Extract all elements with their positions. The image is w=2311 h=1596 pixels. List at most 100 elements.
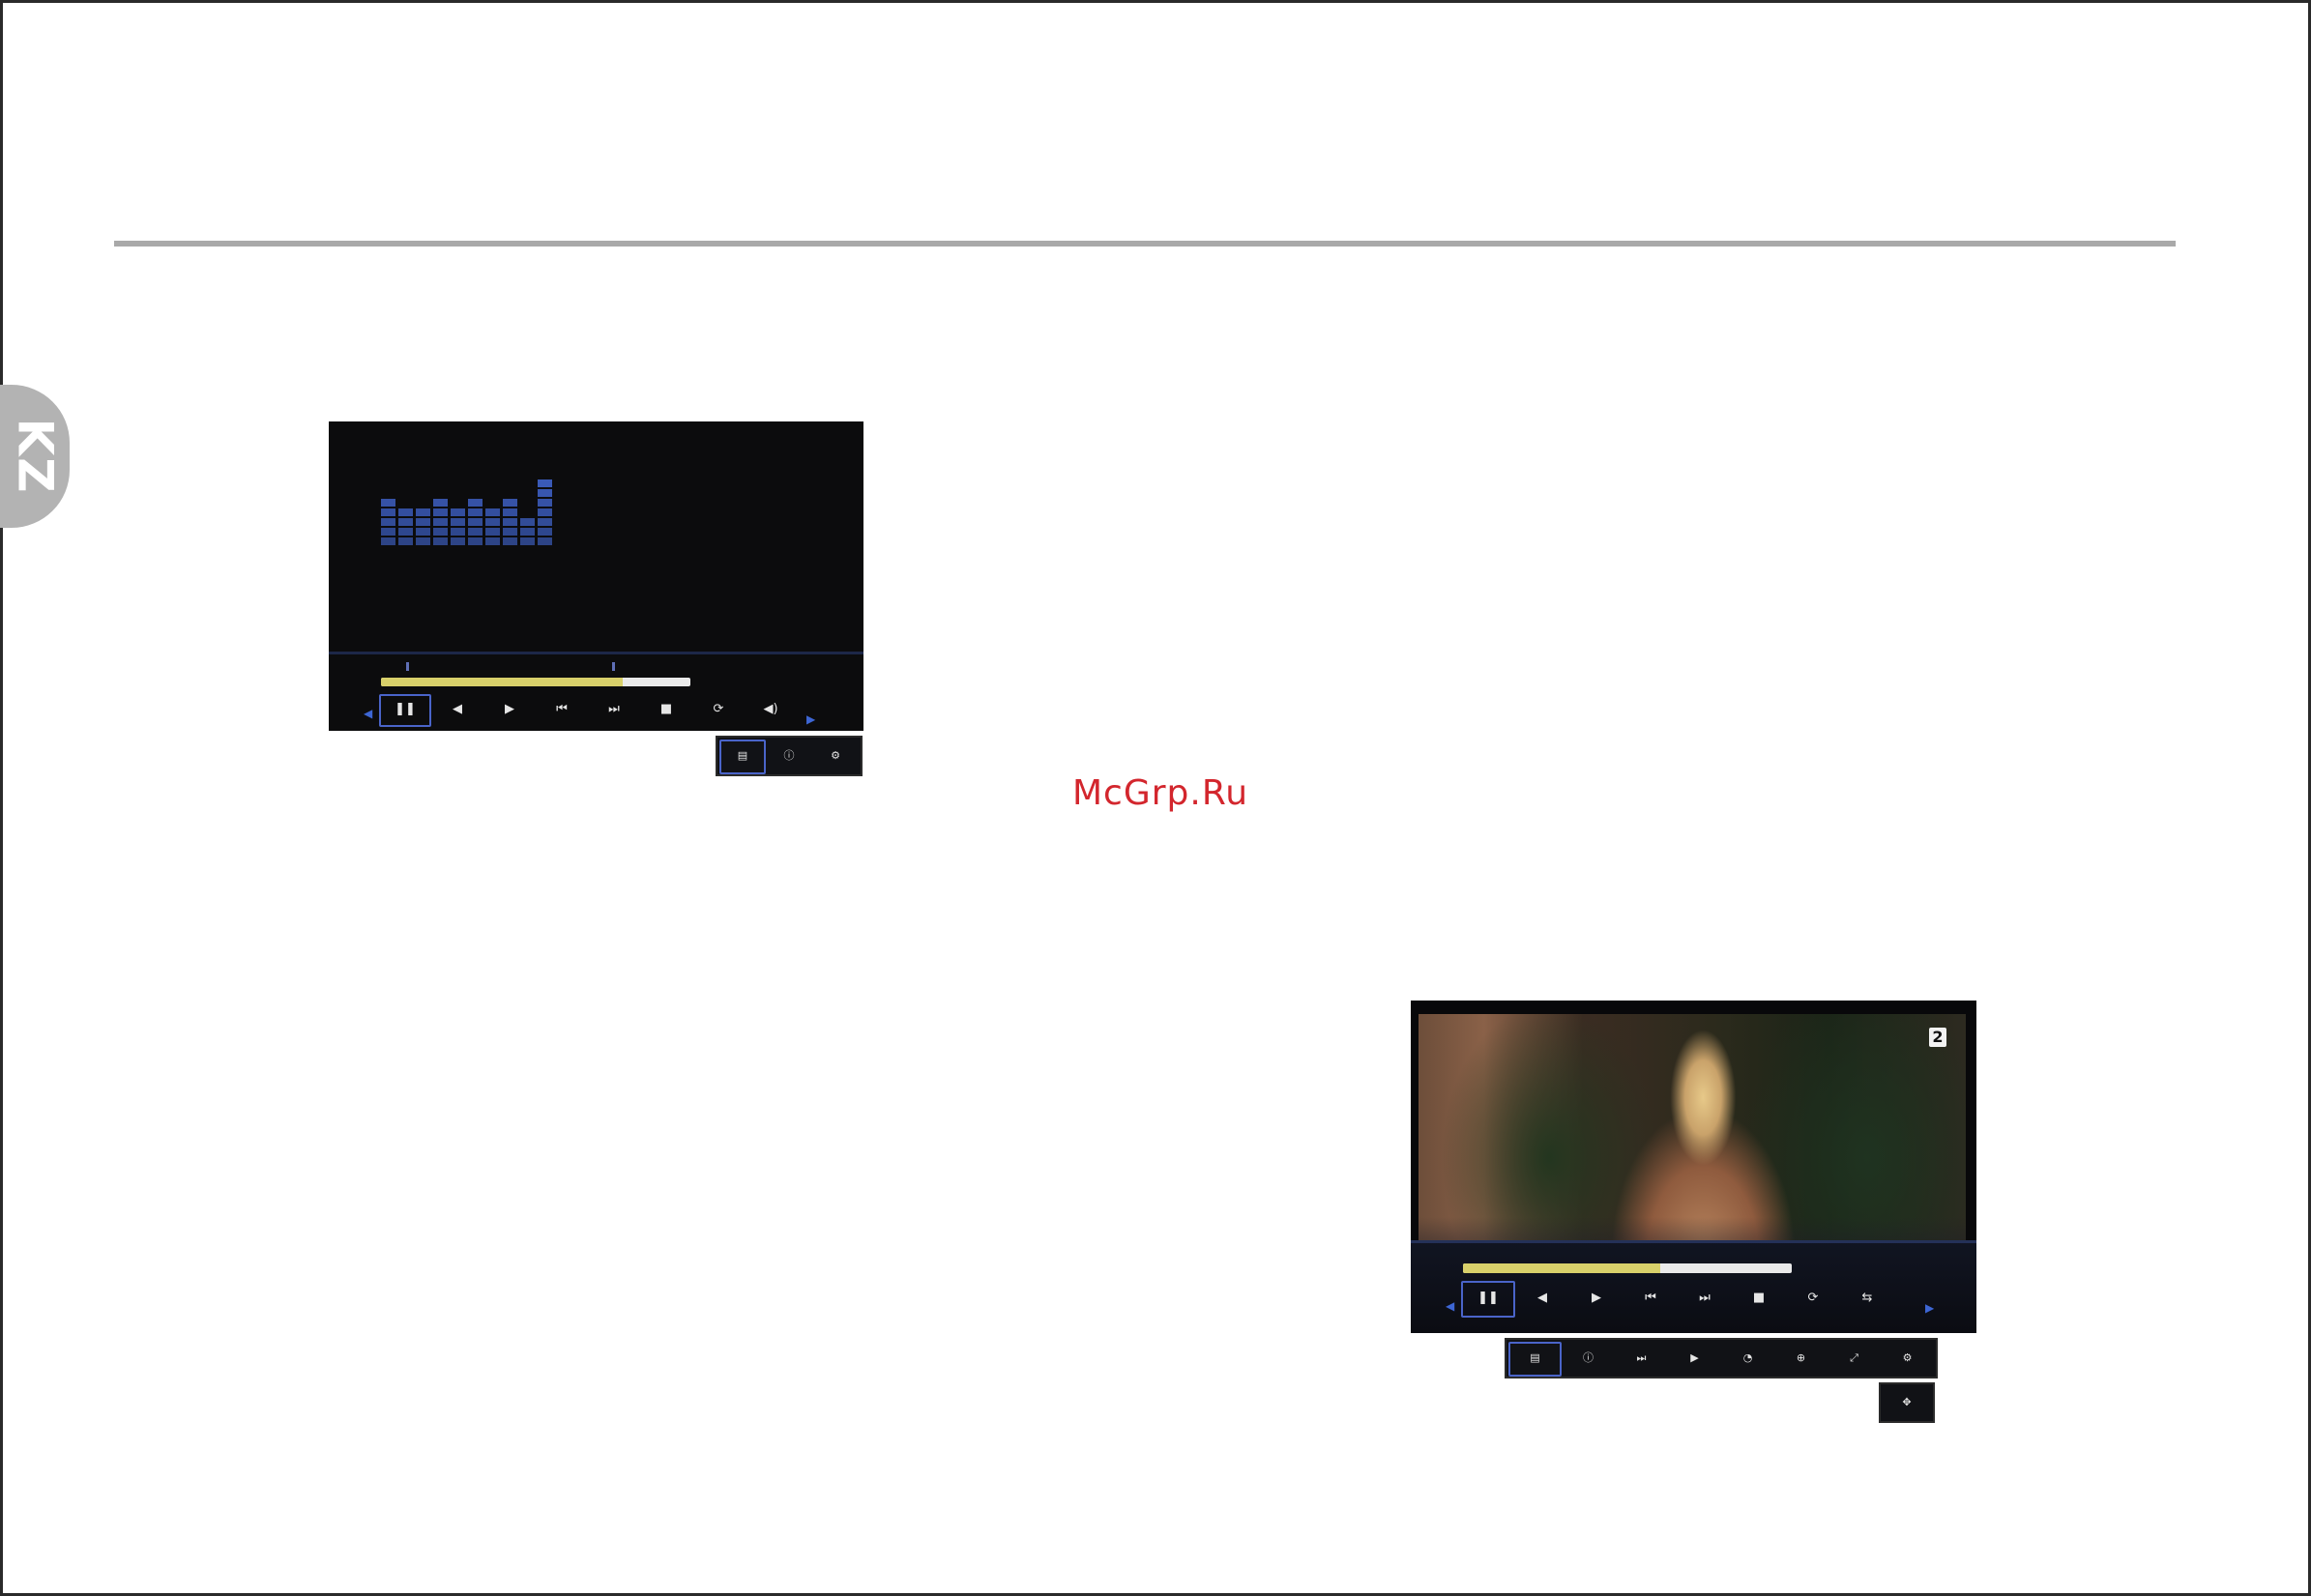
zoom-in-button[interactable]: ⊕ [1774, 1342, 1828, 1377]
spectrum-cell [485, 537, 500, 545]
aspect-ratio-icon: ⤢ [1850, 1350, 1858, 1364]
spectrum-cell [503, 528, 517, 536]
spectrum-cell [468, 508, 483, 516]
info-button[interactable]: ⓘ [766, 740, 812, 774]
pause-icon: ❚❚ [1477, 1290, 1499, 1305]
goto-time-icon: ◔ [1742, 1350, 1753, 1364]
repeat-button[interactable]: ⟳ [692, 694, 745, 727]
spectrum-cell [416, 518, 430, 526]
previous-button[interactable]: ⏮ [536, 694, 588, 727]
slow-motion-icon: ⏭ [1636, 1350, 1647, 1364]
spectrum-cell [381, 528, 395, 536]
forward-icon: ▶ [505, 701, 514, 716]
list-icon: ▤ [1530, 1350, 1540, 1364]
forward-button[interactable]: ▶ [1569, 1281, 1624, 1318]
language-label: KZ [7, 418, 63, 495]
volume-icon: ◀) [763, 701, 778, 716]
repeat-button[interactable]: ⟳ [1786, 1281, 1840, 1318]
move-view-panel: ✥ [1879, 1382, 1935, 1423]
spectrum-cell [433, 518, 448, 526]
settings-icon: ⚙ [831, 748, 840, 762]
spectrum-cell [468, 499, 483, 507]
pause-button[interactable]: ❚❚ [1461, 1281, 1515, 1318]
spectrum-cell [398, 537, 413, 545]
video-progress-bar[interactable] [1463, 1263, 1792, 1273]
channel-logo: 2 [1929, 1028, 1946, 1047]
rewind-icon: ◀ [453, 701, 462, 716]
spectrum-visualizer [381, 479, 552, 545]
list-button[interactable]: ▤ [719, 740, 766, 774]
spectrum-cell [381, 518, 395, 526]
move-view-button[interactable]: ✥ [1883, 1386, 1931, 1421]
list-button[interactable]: ▤ [1508, 1342, 1562, 1377]
spectrum-cell [451, 508, 465, 516]
pause-icon: ❚❚ [395, 701, 416, 716]
next-button[interactable]: ⏭ [588, 694, 640, 727]
settings-button[interactable]: ⚙ [1881, 1342, 1934, 1377]
spectrum-cell [381, 499, 395, 507]
music-progress-bar[interactable] [381, 678, 690, 686]
previous-button[interactable]: ⏮ [1624, 1281, 1678, 1318]
spectrum-cell [381, 508, 395, 516]
subtitle-button[interactable]: ⇆ [1840, 1281, 1894, 1318]
video-control-divider [1411, 1240, 1976, 1243]
step-play-button[interactable]: ▶ [1668, 1342, 1721, 1377]
subtitle-icon: ⇆ [1861, 1290, 1873, 1305]
video-scroll-left-arrow-icon[interactable]: ◀ [1446, 1300, 1454, 1312]
spectrum-cell [468, 518, 483, 526]
goto-time-button[interactable]: ◔ [1721, 1342, 1774, 1377]
scroll-right-arrow-icon[interactable]: ▶ [806, 713, 815, 725]
info-button[interactable]: ⓘ [1562, 1342, 1615, 1377]
forward-button[interactable]: ▶ [483, 694, 536, 727]
spectrum-cell [538, 508, 552, 516]
video-scroll-right-arrow-icon[interactable]: ▶ [1925, 1302, 1934, 1314]
pause-button[interactable]: ❚❚ [379, 694, 431, 727]
slow-motion-button[interactable]: ⏭ [1615, 1342, 1668, 1377]
control-bar-divider [329, 652, 863, 654]
next-icon: ⏭ [608, 701, 620, 716]
spectrum-cell [520, 537, 535, 545]
spectrum-cell [538, 489, 552, 497]
video-options-panel: ▤ ⓘ ⏭ ▶ ◔ ⊕ ⤢ ⚙ [1505, 1338, 1938, 1378]
spectrum-cell [485, 528, 500, 536]
music-options-panel: ▤ ⓘ ⚙ [716, 736, 863, 776]
move-view-icon: ✥ [1902, 1395, 1912, 1408]
aspect-ratio-button[interactable]: ⤢ [1828, 1342, 1881, 1377]
spectrum-cell [538, 528, 552, 536]
previous-icon: ⏮ [1645, 1290, 1656, 1305]
settings-button[interactable]: ⚙ [812, 740, 859, 774]
volume-button[interactable]: ◀) [745, 694, 797, 727]
music-player-screen: ◀ ❚❚ ◀ ▶ ⏮ ⏭ ■ ⟳ ◀) ▶ [329, 421, 863, 731]
spectrum-cell [451, 528, 465, 536]
spectrum-cell [451, 537, 465, 545]
spectrum-cell [451, 518, 465, 526]
watermark: McGrp.Ru [1071, 773, 1249, 813]
scroll-left-arrow-icon[interactable]: ◀ [364, 708, 372, 719]
repeat-icon: ⟳ [713, 701, 724, 716]
spectrum-cell [538, 499, 552, 507]
video-player-screen: 2 ◀ ❚❚ ◀ ▶ ⏮ ⏭ ■ ⟳ ⇆ ▶ [1411, 1001, 1976, 1333]
list-icon: ▤ [737, 748, 748, 762]
rewind-button[interactable]: ◀ [1515, 1281, 1569, 1318]
stop-button[interactable]: ■ [640, 694, 692, 727]
stop-button[interactable]: ■ [1732, 1281, 1786, 1318]
previous-icon: ⏮ [556, 701, 568, 716]
stop-icon: ■ [659, 701, 673, 716]
next-icon: ⏭ [1699, 1290, 1711, 1305]
settings-icon: ⚙ [1902, 1350, 1913, 1364]
spectrum-cell [538, 479, 552, 487]
video-control-row: ❚❚ ◀ ▶ ⏮ ⏭ ■ ⟳ ⇆ [1461, 1281, 1894, 1320]
music-control-row: ❚❚ ◀ ▶ ⏮ ⏭ ■ ⟳ ◀) [379, 694, 797, 729]
spectrum-cell [398, 528, 413, 536]
next-button[interactable]: ⏭ [1678, 1281, 1732, 1318]
spectrum-cell [416, 537, 430, 545]
spectrum-cell [381, 537, 395, 545]
header-rule [114, 241, 2176, 247]
rewind-button[interactable]: ◀ [431, 694, 483, 727]
repeat-icon: ⟳ [1807, 1290, 1819, 1305]
zoom-in-icon: ⊕ [1796, 1350, 1806, 1364]
step-play-icon: ▶ [1690, 1350, 1699, 1364]
spectrum-cell [416, 508, 430, 516]
spectrum-cell [503, 537, 517, 545]
video-progress-fill [1463, 1263, 1660, 1273]
